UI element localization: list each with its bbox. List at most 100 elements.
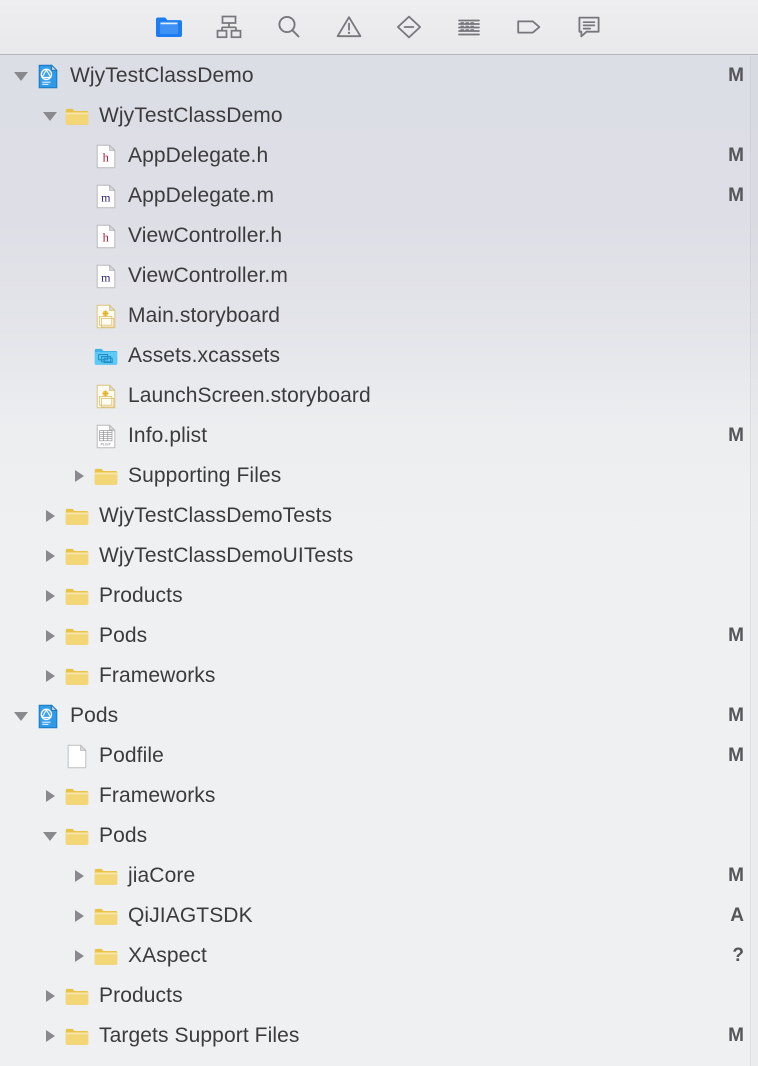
project-navigator-icon[interactable] [139, 7, 199, 47]
triangle-glyph [46, 990, 55, 1002]
tree-row[interactable]: PLISTInfo.plistM [0, 416, 758, 456]
tree-row-label: LaunchScreen.storyboard [128, 384, 371, 408]
xcodeproj-icon [35, 62, 61, 90]
disclosure-triangle-open-icon[interactable] [39, 105, 61, 127]
triangle-glyph [43, 832, 57, 841]
tree-row-label: WjyTestClassDemo [99, 104, 283, 128]
tree-row[interactable]: jiaCoreM [0, 856, 758, 896]
report-navigator-icon[interactable] [559, 7, 619, 47]
triangle-glyph [46, 630, 55, 642]
tree-row[interactable]: PodfileM [0, 736, 758, 776]
disclosure-triangle-closed-icon[interactable] [68, 865, 90, 887]
tree-row[interactable]: Products [0, 976, 758, 1016]
folder-icon [64, 502, 90, 530]
folder-icon [64, 102, 90, 130]
svg-text:m: m [101, 270, 111, 284]
disclosure-triangle-closed-icon[interactable] [39, 625, 61, 647]
tree-row[interactable]: mAppDelegate.mM [0, 176, 758, 216]
tree-row-label: AppDelegate.m [128, 184, 274, 208]
xcode-project-navigator: WjyTestClassDemo M WjyTestClassDemo h AppDel… [0, 0, 758, 1066]
tree-row[interactable]: Assets.xcassets [0, 336, 758, 376]
tree-row[interactable]: Pods M [0, 696, 758, 736]
source-m-icon: m [93, 182, 119, 210]
tree-row[interactable]: WjyTestClassDemo [0, 96, 758, 136]
folder-icon [64, 622, 90, 650]
disclosure-triangle-closed-icon[interactable] [39, 1025, 61, 1047]
folder-icon [93, 942, 119, 970]
tree-row-label: WjyTestClassDemoTests [99, 504, 332, 528]
tree-row-label: Targets Support Files [99, 1024, 300, 1048]
storyboard-icon [93, 302, 119, 330]
tree-row-label: jiaCore [128, 864, 195, 888]
tree-row[interactable]: Pods [0, 816, 758, 856]
tree-row[interactable]: Products [0, 576, 758, 616]
disclosure-triangle-closed-icon[interactable] [39, 545, 61, 567]
tree-row[interactable]: Main.storyboard [0, 296, 758, 336]
tree-row[interactable]: WjyTestClassDemo M [0, 56, 758, 96]
scm-status-badge: M [728, 145, 744, 167]
tree-row-label: Main.storyboard [128, 304, 280, 328]
tree-row-label: Pods [99, 824, 147, 848]
folder-icon [64, 542, 90, 570]
plist-icon: PLIST [93, 422, 119, 450]
disclosure-triangle-closed-icon[interactable] [39, 985, 61, 1007]
triangle-glyph [75, 910, 84, 922]
symbol-navigator-icon[interactable] [199, 7, 259, 47]
tree-row[interactable]: Frameworks [0, 656, 758, 696]
disclosure-triangle-closed-icon[interactable] [39, 785, 61, 807]
scm-status-badge: A [730, 905, 744, 927]
tree-row-label: WjyTestClassDemo [70, 64, 254, 88]
disclosure-triangle-closed-icon[interactable] [68, 465, 90, 487]
issue-navigator-icon[interactable] [319, 7, 379, 47]
scm-status-badge: M [728, 1025, 744, 1047]
disclosure-triangle-open-icon[interactable] [39, 825, 61, 847]
disclosure-triangle-closed-icon[interactable] [68, 905, 90, 927]
source-m-icon: m [93, 262, 119, 290]
tree-row[interactable]: Targets Support Files M [0, 1016, 758, 1056]
tree-row-label: Frameworks [99, 784, 216, 808]
tree-row[interactable]: WjyTestClassDemoTests [0, 496, 758, 536]
navigator-toolbar-icons [139, 7, 619, 47]
tree-row[interactable]: Frameworks [0, 776, 758, 816]
tree-row[interactable]: Supporting Files [0, 456, 758, 496]
triangle-glyph [14, 712, 28, 721]
tree-row[interactable]: XAspect? [0, 936, 758, 976]
tree-row-label: ViewController.m [128, 264, 288, 288]
tree-row-label: Pods [70, 704, 118, 728]
tree-row[interactable]: QiJIAGTSDKA [0, 896, 758, 936]
tree-row[interactable]: hAppDelegate.hM [0, 136, 758, 176]
header-h-icon: h [93, 142, 119, 170]
tree-row-label: Podfile [99, 744, 164, 768]
find-navigator-icon[interactable] [259, 7, 319, 47]
disclosure-triangle-open-icon[interactable] [10, 65, 32, 87]
tree-row[interactable]: m ViewController.m [0, 256, 758, 296]
tree-row-label: XAspect [128, 944, 207, 968]
tree-row[interactable]: h ViewController.h [0, 216, 758, 256]
disclosure-triangle-closed-icon[interactable] [39, 505, 61, 527]
folder-icon [64, 582, 90, 610]
svg-text:h: h [102, 230, 109, 244]
disclosure-triangle-closed-icon[interactable] [39, 585, 61, 607]
breakpoint-navigator-icon[interactable] [499, 7, 559, 47]
scm-status-badge: M [728, 625, 744, 647]
vertical-scrollbar[interactable] [750, 56, 758, 1066]
scm-status-badge: M [728, 705, 744, 727]
folder-icon [93, 862, 119, 890]
tree-row[interactable]: LaunchScreen.storyboard [0, 376, 758, 416]
tree-row-label: Info.plist [128, 424, 207, 448]
triangle-glyph [75, 470, 84, 482]
debug-navigator-icon[interactable] [439, 7, 499, 47]
tree-row-label: ViewController.h [128, 224, 282, 248]
triangle-glyph [46, 590, 55, 602]
scm-status-badge: M [728, 65, 744, 87]
test-navigator-icon[interactable] [379, 7, 439, 47]
disclosure-triangle-open-icon[interactable] [10, 705, 32, 727]
tree-row[interactable]: PodsM [0, 616, 758, 656]
header-h-icon: h [93, 222, 119, 250]
tree-row-label: Assets.xcassets [128, 344, 280, 368]
plain-doc-icon [64, 742, 90, 770]
triangle-glyph [75, 870, 84, 882]
disclosure-triangle-closed-icon[interactable] [39, 665, 61, 687]
disclosure-triangle-closed-icon[interactable] [68, 945, 90, 967]
tree-row[interactable]: WjyTestClassDemoUITests [0, 536, 758, 576]
